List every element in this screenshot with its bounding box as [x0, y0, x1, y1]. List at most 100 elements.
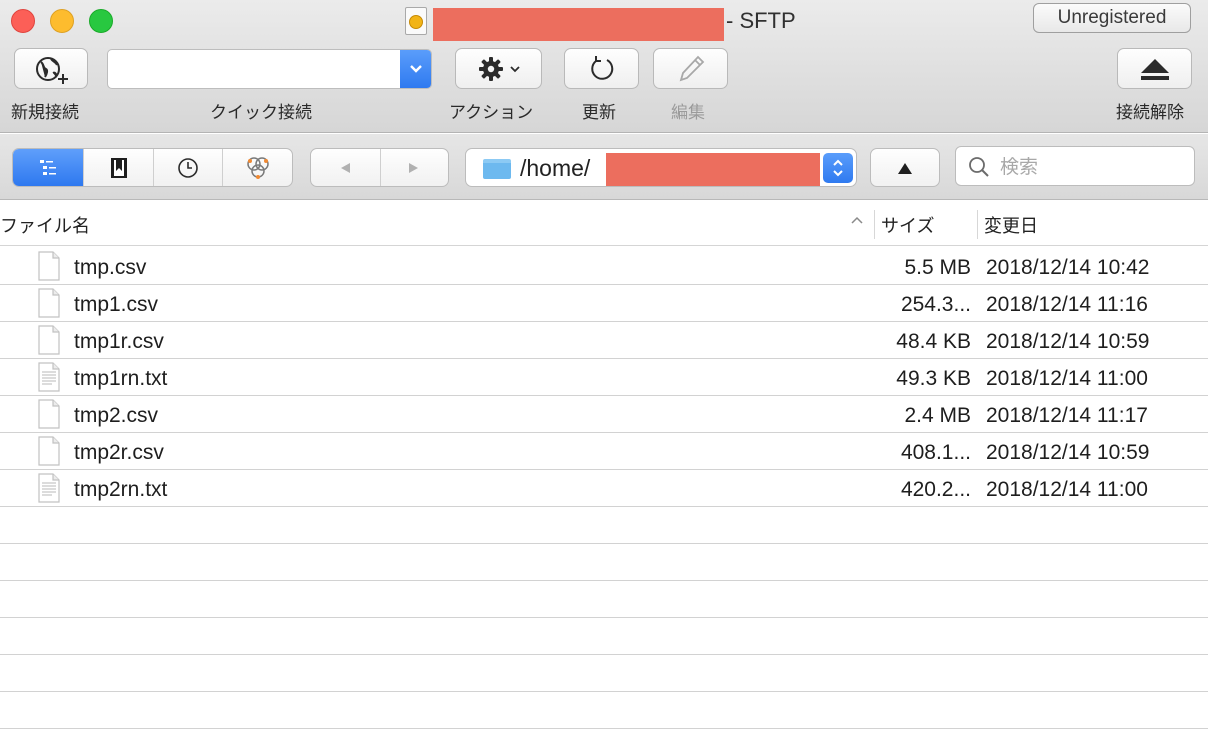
file-name: tmp1rn.txt [74, 367, 168, 390]
file-row[interactable]: tmp1r.csv 48.4 KB 2018/12/14 10:59 [0, 322, 1208, 359]
file-size: 48.4 KB [896, 330, 971, 353]
bonjour-icon [246, 156, 269, 179]
back-button[interactable] [311, 149, 380, 186]
blank-file-icon [38, 399, 60, 429]
redacted-hostname [433, 8, 724, 41]
file-name: tmp.csv [74, 256, 147, 279]
file-size: 408.1... [900, 441, 971, 464]
empty-row [0, 544, 1208, 581]
file-name: tmp2r.csv [74, 441, 164, 464]
edit-label: 編集 [671, 103, 705, 123]
file-modified: 2018/12/14 10:59 [986, 441, 1150, 464]
file-row[interactable]: tmp2.csv 2.4 MB 2018/12/14 11:17 [0, 396, 1208, 433]
view-mode-segmented-control [12, 148, 293, 187]
current-path: /home/ [520, 155, 591, 181]
blank-file-icon [38, 251, 60, 281]
outline-list-icon [40, 159, 57, 175]
forward-button[interactable] [379, 149, 449, 186]
blank-file-icon [38, 288, 60, 318]
up-down-chevron-icon [833, 159, 843, 177]
zoom-window-button[interactable] [89, 9, 113, 33]
disconnect-button[interactable] [1117, 48, 1192, 89]
close-window-button[interactable] [11, 9, 35, 33]
file-modified: 2018/12/14 11:00 [986, 367, 1148, 390]
bookmarks-view-button[interactable] [83, 149, 153, 186]
triangle-up-icon [898, 162, 912, 174]
file-table-header: ファイル名 サイズ 変更日 [0, 201, 1208, 246]
action-button[interactable] [455, 48, 542, 89]
search-input[interactable] [1000, 150, 1185, 183]
empty-row [0, 655, 1208, 692]
window-titlebar: - SFTP Unregistered 新規接続 クイック接続 アクション 更新… [0, 0, 1208, 133]
file-row[interactable]: tmp.csv 5.5 MB 2018/12/14 10:42 [0, 248, 1208, 285]
chevron-down-icon [409, 65, 422, 73]
refresh-button[interactable] [564, 48, 639, 89]
refresh-label: 更新 [582, 103, 616, 123]
eject-icon [1140, 58, 1169, 80]
file-modified: 2018/12/14 10:59 [986, 330, 1150, 353]
file-name: tmp1.csv [74, 293, 159, 316]
file-name: tmp1r.csv [74, 330, 164, 353]
file-row[interactable]: tmp2r.csv 408.1... 2018/12/14 10:59 [0, 433, 1208, 470]
quick-connect-label: クイック接続 [210, 103, 312, 123]
file-size: 5.5 MB [904, 256, 971, 279]
column-divider[interactable] [874, 210, 875, 239]
empty-row [0, 618, 1208, 655]
redacted-path [606, 153, 820, 186]
file-name: tmp2.csv [74, 404, 159, 427]
folder-icon [483, 159, 511, 179]
disconnect-label: 接続解除 [1116, 103, 1184, 123]
new-connection-button[interactable] [14, 48, 88, 89]
gear-icon [478, 56, 503, 81]
file-size: 420.2... [900, 478, 971, 501]
file-modified: 2018/12/14 11:17 [986, 404, 1148, 427]
bookmark-book-icon [110, 157, 127, 178]
path-dropdown-button[interactable] [823, 153, 853, 183]
text-file-icon [38, 362, 60, 392]
name-column-header[interactable]: ファイル名 [0, 212, 90, 238]
file-row[interactable]: tmp1.csv 254.3... 2018/12/14 11:16 [0, 285, 1208, 322]
file-name: tmp2rn.txt [74, 478, 168, 501]
cyberduck-document-icon [405, 7, 427, 35]
globe-plus-icon [36, 56, 68, 84]
column-divider[interactable] [977, 210, 978, 239]
file-size: 254.3... [900, 293, 971, 316]
file-row[interactable]: tmp2rn.txt 420.2... 2018/12/14 11:00 [0, 470, 1208, 507]
blank-file-icon [38, 436, 60, 466]
text-file-icon [38, 473, 60, 503]
search-icon [969, 157, 989, 177]
refresh-icon [590, 55, 613, 80]
file-modified: 2018/12/14 10:42 [986, 256, 1150, 279]
size-column-header[interactable]: サイズ [881, 212, 934, 238]
file-size: 2.4 MB [904, 404, 971, 427]
chevron-down-icon [509, 65, 520, 72]
new-connection-label: 新規接続 [11, 103, 79, 123]
modified-column-header[interactable]: 変更日 [984, 212, 1038, 238]
file-row[interactable]: tmp1rn.txt 49.3 KB 2018/12/14 11:00 [0, 359, 1208, 396]
empty-row [0, 507, 1208, 544]
browser-view-button[interactable] [13, 149, 84, 186]
parent-directory-button[interactable] [870, 148, 940, 187]
empty-row [0, 581, 1208, 618]
minimize-window-button[interactable] [50, 9, 74, 33]
unregistered-button[interactable]: Unregistered [1033, 3, 1191, 33]
history-view-button[interactable] [152, 149, 223, 186]
quick-connect-combobox[interactable] [107, 49, 432, 89]
file-modified: 2018/12/14 11:00 [986, 478, 1148, 501]
quick-connect-dropdown-button[interactable] [400, 50, 431, 88]
history-navigation-control [310, 148, 449, 187]
window-title: - SFTP [726, 8, 796, 33]
triangle-left-icon [341, 162, 351, 173]
path-popup-button[interactable]: /home/ [465, 148, 857, 187]
empty-row [0, 692, 1208, 729]
file-modified: 2018/12/14 11:16 [986, 293, 1148, 316]
blank-file-icon [38, 325, 60, 355]
search-field[interactable] [955, 146, 1195, 186]
bonjour-view-button[interactable] [222, 149, 292, 186]
action-label: アクション [449, 103, 534, 123]
quick-connect-input[interactable] [112, 52, 392, 86]
edit-button[interactable] [653, 48, 728, 89]
navigation-bar: /home/ [0, 134, 1208, 200]
file-list: tmp.csv 5.5 MB 2018/12/14 10:42 tmp1.csv… [0, 248, 1208, 729]
pencil-icon [679, 55, 704, 81]
